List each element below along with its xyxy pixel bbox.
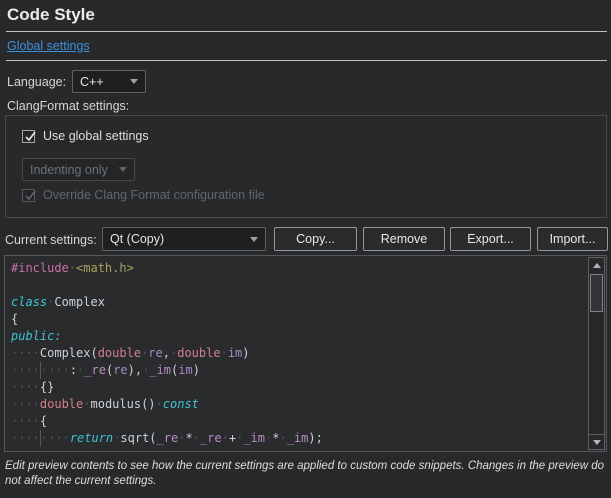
code-editor-content[interactable]: #include·<math.h>class·Complex{public:··… <box>5 256 589 451</box>
scroll-down-icon <box>593 440 601 445</box>
clangformat-settings-label: ClangFormat settings: <box>7 99 129 113</box>
override-clang-format-checkbox <box>22 189 35 202</box>
page-title: Code Style <box>7 5 95 25</box>
current-settings-dropdown[interactable]: Qt (Copy) <box>102 227 266 251</box>
scroll-up-button[interactable] <box>589 258 604 273</box>
code-line: #include·<math.h> <box>11 260 589 277</box>
language-label: Language: <box>7 75 66 89</box>
scroll-down-button[interactable] <box>589 434 604 449</box>
use-global-settings-checkbox-row[interactable]: Use global settings <box>22 129 149 143</box>
use-global-settings-checkbox[interactable] <box>22 130 35 143</box>
chevron-down-icon <box>119 167 127 172</box>
clangformat-mode-dropdown: Indenting only <box>22 158 135 181</box>
override-clang-format-label: Override Clang Format configuration file <box>43 188 265 202</box>
chevron-down-icon <box>250 237 258 242</box>
link-separator <box>6 60 607 61</box>
code-line: class·Complex <box>11 294 589 311</box>
chevron-down-icon <box>130 79 138 84</box>
title-separator <box>6 31 607 32</box>
editor-scrollbar[interactable] <box>588 257 605 450</box>
current-settings-label: Current settings: <box>5 233 97 247</box>
remove-button[interactable]: Remove <box>363 227 445 251</box>
checkmark-icon <box>23 129 38 144</box>
code-line: ········:·_re(re),·_im(im) <box>11 362 589 379</box>
import-button[interactable]: Import... <box>537 227 608 251</box>
code-preview-editor[interactable]: #include·<math.h>class·Complex{public:··… <box>4 255 607 452</box>
code-line: ········return·sqrt(_re·*·_re·+·_im·*·_i… <box>11 430 589 447</box>
use-global-settings-label: Use global settings <box>43 129 149 143</box>
current-settings-dropdown-value: Qt (Copy) <box>110 232 164 246</box>
clangformat-mode-dropdown-value: Indenting only <box>30 163 108 177</box>
code-line: ····double·modulus()·const <box>11 396 589 413</box>
language-dropdown-value: C++ <box>80 75 104 89</box>
global-settings-link[interactable]: Global settings <box>7 39 90 53</box>
footer-note: Edit preview contents to see how the cur… <box>5 459 606 489</box>
scroll-up-icon <box>593 263 601 268</box>
code-line: ····{} <box>11 379 589 396</box>
code-style-settings-page: Code Style Global settings Language: C++… <box>0 0 611 498</box>
copy-button[interactable]: Copy... <box>274 227 357 251</box>
code-line: { <box>11 311 589 328</box>
code-line: ····Complex(double·re,·double·im) <box>11 345 589 362</box>
override-clang-format-checkbox-row: Override Clang Format configuration file <box>22 188 265 202</box>
scrollbar-thumb[interactable] <box>590 274 603 312</box>
code-line: public: <box>11 328 589 345</box>
checkmark-icon <box>23 188 38 203</box>
code-line: ····{ <box>11 413 589 430</box>
code-line <box>11 277 589 294</box>
language-dropdown[interactable]: C++ <box>72 70 146 93</box>
export-button[interactable]: Export... <box>450 227 531 251</box>
